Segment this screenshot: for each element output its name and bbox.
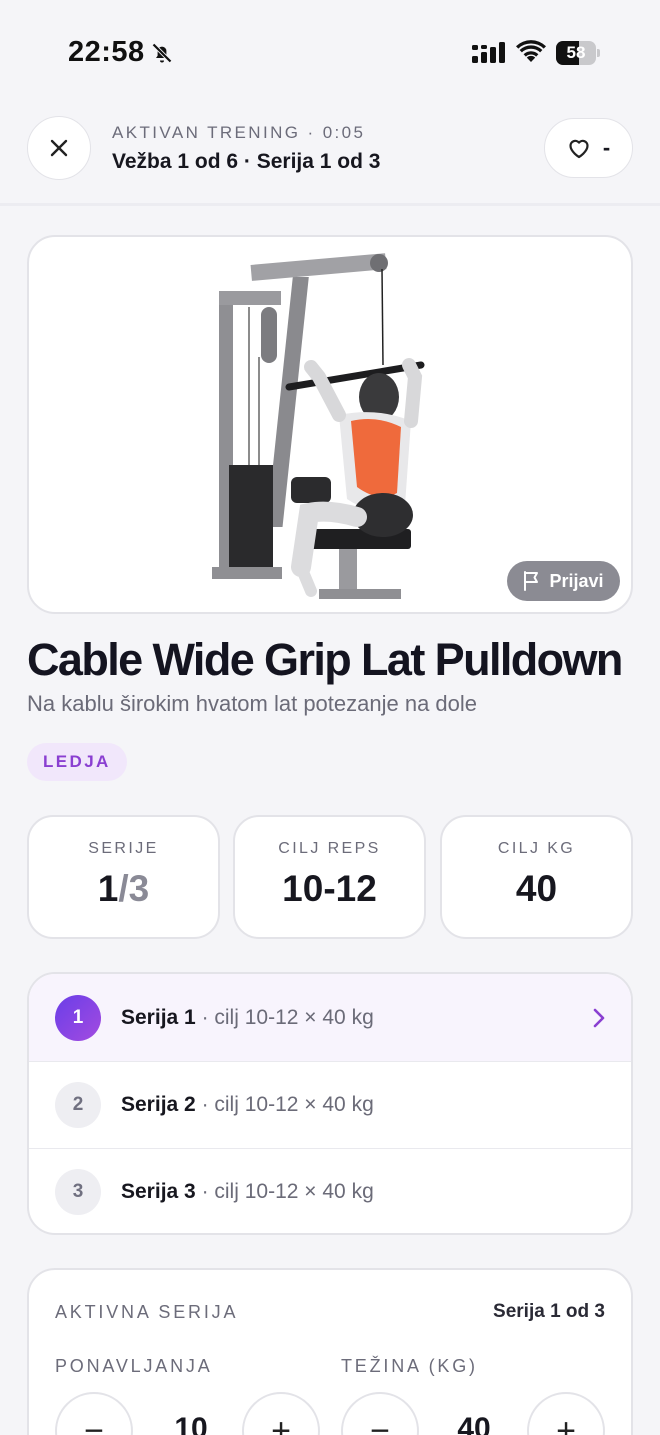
cellular-signal-icon: [472, 42, 505, 63]
set-number-badge: 1: [55, 994, 101, 1041]
battery-indicator: 58: [556, 41, 600, 65]
weight-increment-button[interactable]: +: [527, 1392, 605, 1435]
set-target: · cilj 10-12 × 40 kg: [195, 1180, 374, 1203]
clock: 22:58: [68, 36, 145, 68]
close-workout-button[interactable]: [27, 116, 91, 180]
active-set-progress: Serija 1 od 3: [493, 1301, 605, 1322]
exercise-subtitle: Na kablu širokim hvatom lat potezanje na…: [27, 691, 478, 716]
reps-stat-label: CILJ REPS: [278, 840, 381, 857]
weight-decrement-button[interactable]: −: [341, 1392, 419, 1435]
workout-status-label: AKTIVAN TRENING · 0:05: [112, 123, 366, 142]
sets-list: 1 Serija 1 · cilj 10-12 × 40 kg 2 Serija…: [27, 972, 633, 1235]
workout-header: AKTIVAN TRENING · 0:05 Vežba 1 od 6 · Se…: [0, 100, 660, 206]
favorite-count: -: [602, 135, 611, 160]
kg-stat-card: CILJ KG 40: [440, 815, 633, 939]
favorite-button[interactable]: -: [544, 118, 633, 178]
reps-decrement-button[interactable]: −: [55, 1392, 133, 1435]
set-name: Serija 2: [121, 1093, 196, 1116]
reps-field-label: PONAVLJANJA: [55, 1356, 213, 1376]
bell-muted-icon: [152, 43, 172, 63]
set-target: · cilj 10-12 × 40 kg: [195, 1093, 374, 1116]
kg-stat-label: CILJ KG: [497, 840, 576, 857]
muscle-group-badge: LEDJA: [27, 743, 127, 781]
set-target: · cilj 10-12 × 40 kg: [195, 1005, 374, 1029]
status-bar: 22:58 58: [0, 0, 660, 100]
wifi-icon: [516, 40, 546, 62]
active-set-label: AKTIVNA SERIJA: [55, 1302, 239, 1322]
weight-value[interactable]: 40: [419, 1412, 529, 1435]
battery-percent: 58: [566, 43, 586, 62]
exercise-image-card: Prijavi: [27, 235, 633, 614]
report-label: Prijavi: [549, 570, 604, 591]
set-name: Serija 3: [121, 1180, 196, 1203]
sets-stat-card: SERIJE 1/3: [27, 815, 220, 939]
exercise-illustration: [212, 253, 425, 599]
reps-value[interactable]: 10: [136, 1412, 246, 1435]
sets-stat-label: SERIJE: [88, 840, 159, 857]
workout-progress-label: Vežba 1 od 6 · Serija 1 od 3: [112, 150, 381, 173]
reps-stat-value: 10-12: [282, 868, 377, 909]
close-icon: [50, 139, 68, 157]
set-name: Serija 1: [121, 1005, 196, 1029]
set-row-3[interactable]: 3 Serija 3 · cilj 10-12 × 40 kg: [29, 1148, 631, 1233]
kg-stat-value: 40: [515, 868, 558, 909]
set-row-1[interactable]: 1 Serija 1 · cilj 10-12 × 40 kg: [29, 974, 631, 1061]
reps-increment-button[interactable]: +: [242, 1392, 320, 1435]
report-button[interactable]: Prijavi: [507, 561, 620, 601]
flag-icon: [524, 571, 539, 591]
exercise-title: Cable Wide Grip Lat Pulldown: [27, 634, 623, 685]
active-set-card: AKTIVNA SERIJA Serija 1 od 3 PONAVLJANJA…: [27, 1268, 633, 1435]
set-row-2[interactable]: 2 Serija 2 · cilj 10-12 × 40 kg: [29, 1061, 631, 1148]
set-number-badge: 2: [55, 1082, 101, 1128]
sets-stat-value: 1/3: [97, 868, 150, 909]
reps-stat-card: CILJ REPS 10-12: [233, 815, 426, 939]
weight-field-label: TEŽINA (KG): [341, 1356, 478, 1376]
chevron-right-icon: [593, 1008, 605, 1027]
heart-icon: [569, 139, 589, 159]
set-number-badge: 3: [55, 1169, 101, 1215]
